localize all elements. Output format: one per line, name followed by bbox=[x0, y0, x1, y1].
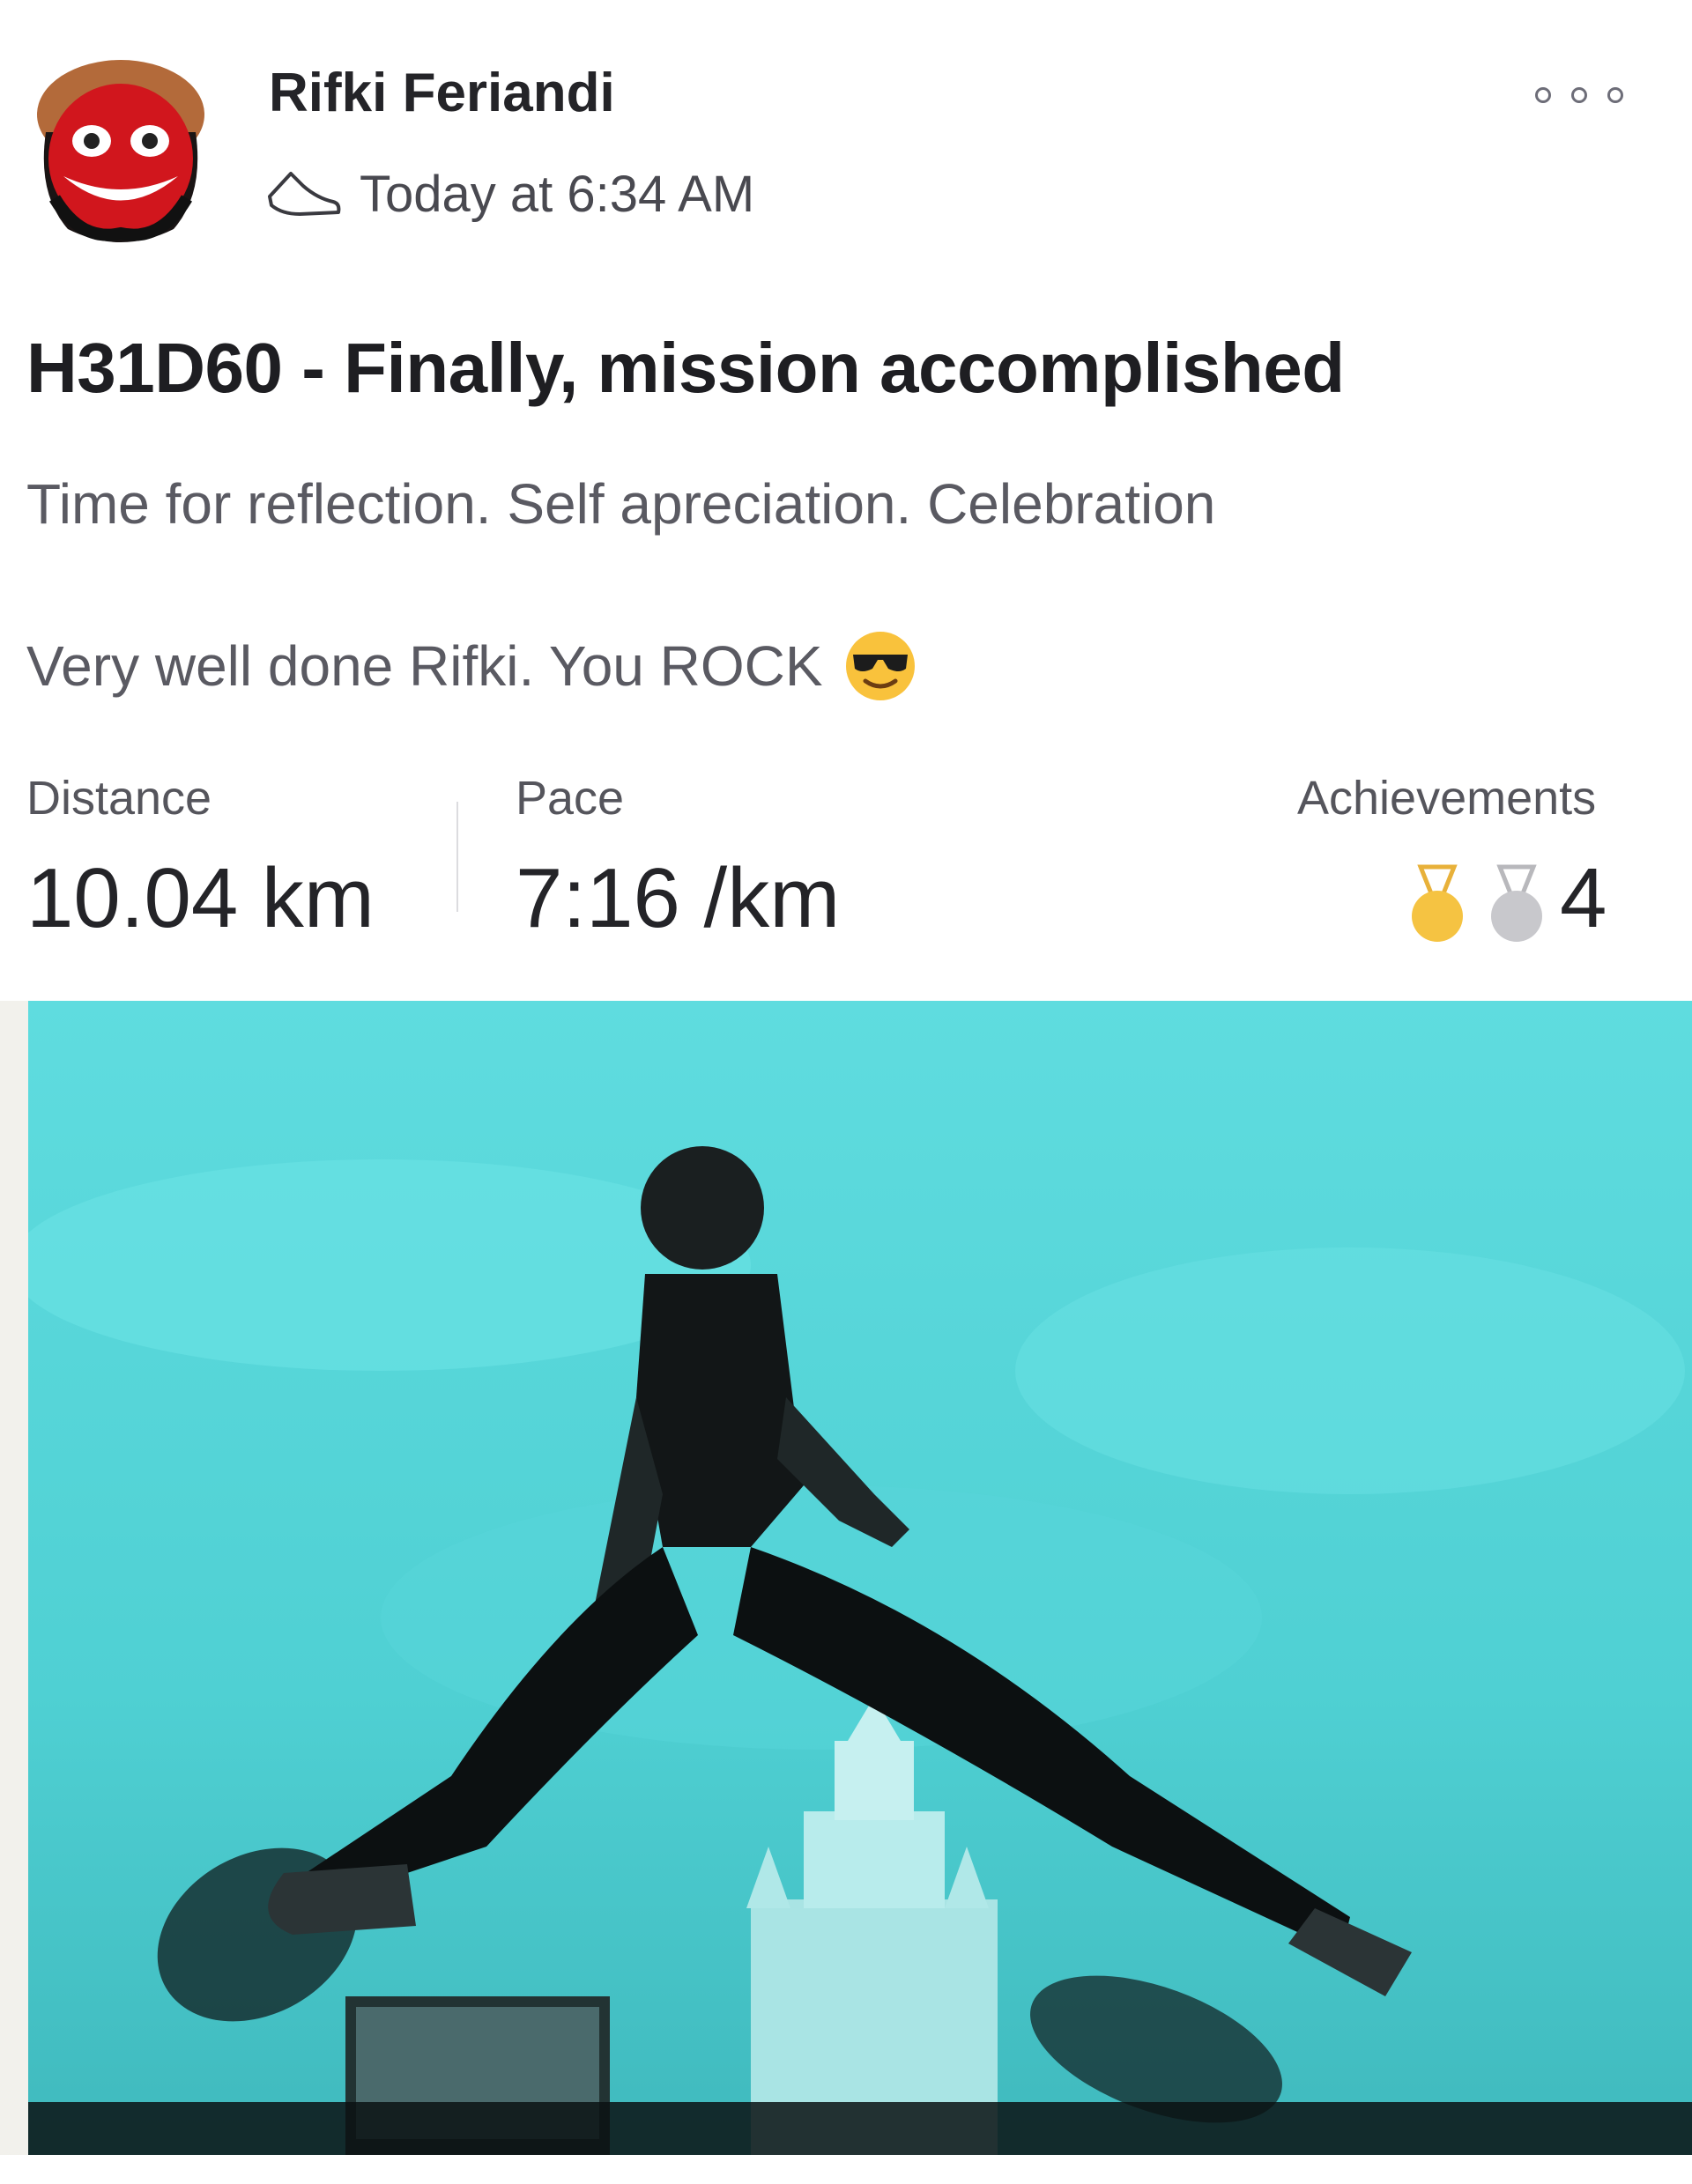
activity-photo[interactable] bbox=[28, 1001, 1692, 2155]
more-dot bbox=[1607, 87, 1623, 103]
pace-value: 7:16 /km bbox=[516, 851, 841, 945]
avatar[interactable] bbox=[28, 53, 213, 242]
shoe-icon bbox=[268, 172, 341, 216]
mask-avatar-image bbox=[37, 60, 204, 242]
distance-label: Distance bbox=[26, 772, 212, 825]
silver-medal-icon bbox=[1491, 864, 1542, 942]
activity-description-line: Time for reflection. Self apreciation. C… bbox=[26, 472, 1216, 536]
gold-medal-icon bbox=[1412, 864, 1463, 942]
post-meta: Today at 6:34 AM bbox=[264, 159, 754, 229]
more-dot bbox=[1571, 87, 1587, 103]
activity-description-text: Very well done Rifki. You ROCK bbox=[26, 634, 823, 698]
distance-value: 10.04 km bbox=[26, 851, 375, 945]
jumping-runner-photo bbox=[28, 1001, 1692, 2155]
post-timestamp: Today at 6:34 AM bbox=[360, 165, 755, 223]
author-name[interactable]: Rifki Feriandi bbox=[269, 62, 615, 124]
stats-divider bbox=[456, 802, 458, 912]
activity-title[interactable]: H31D60 - Finally, mission accomplished bbox=[26, 328, 1345, 409]
map-preview-edge[interactable] bbox=[0, 1001, 28, 2155]
achievements-label: Achievements bbox=[1297, 772, 1597, 825]
activity-description-line: Very well done Rifki. You ROCK bbox=[26, 630, 916, 702]
pace-label: Pace bbox=[516, 772, 625, 825]
more-dot bbox=[1535, 87, 1551, 103]
sunglasses-emoji-icon bbox=[845, 632, 915, 700]
achievements-icons[interactable] bbox=[1408, 863, 1567, 944]
achievements-count: 4 bbox=[1560, 851, 1607, 945]
more-options-icon[interactable] bbox=[1535, 78, 1623, 113]
